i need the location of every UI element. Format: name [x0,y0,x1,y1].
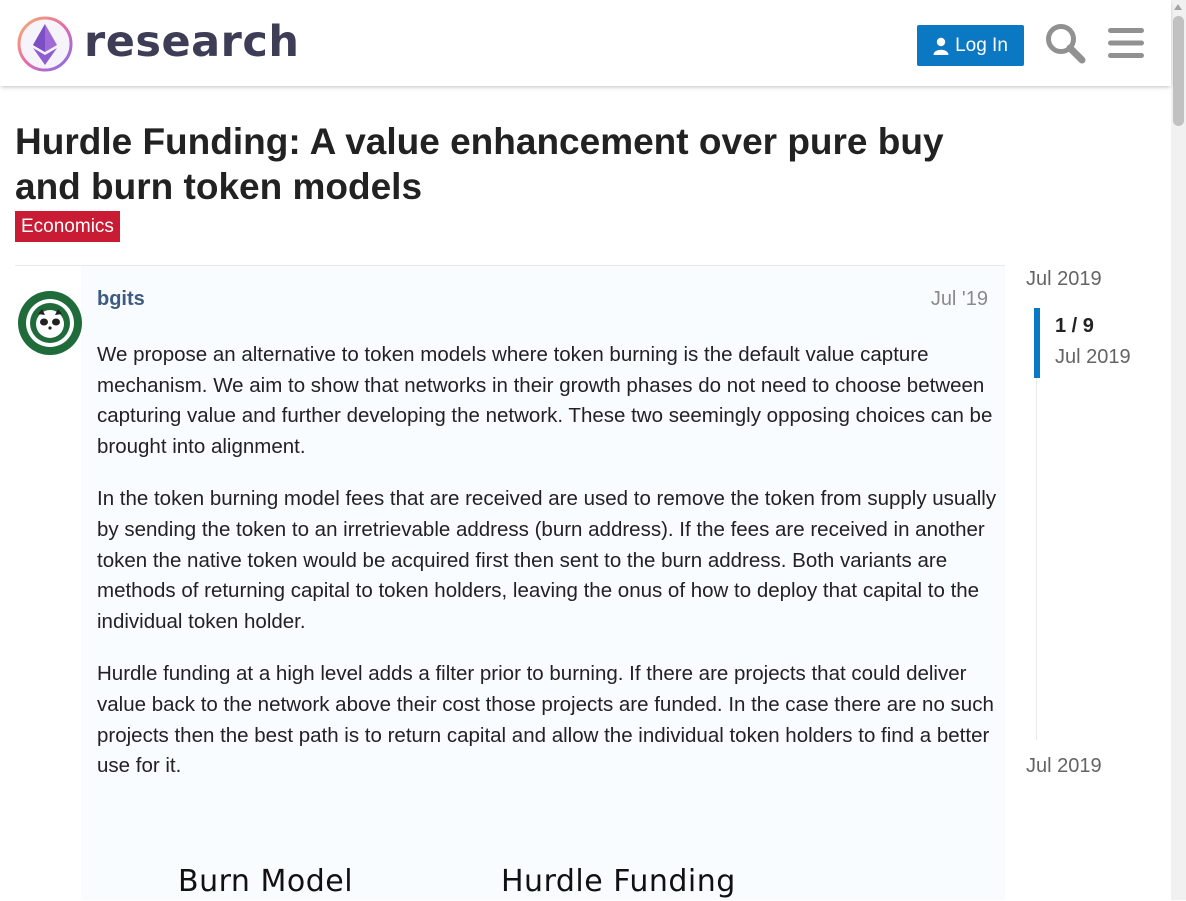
timeline-start-date[interactable]: Jul 2019 [1026,266,1102,292]
login-label: Log In [955,34,1008,56]
site-header: research Log In [0,0,1171,86]
user-avatar[interactable] [17,290,83,356]
topic-title[interactable]: Hurdle Funding: A value enhancement over… [15,119,1005,209]
timeline-end-date[interactable]: Jul 2019 [1026,753,1102,779]
user-icon [933,37,949,55]
site-logo-icon[interactable] [16,14,76,74]
search-icon[interactable] [1044,22,1086,64]
timeline-position: 1 / 9 [1055,315,1094,337]
timeline-handle[interactable] [1034,308,1040,378]
post-paragraph: Hurdle funding at a high level adds a fi… [97,662,994,778]
category-badge[interactable]: Economics [15,211,120,242]
scrollbar-thumb[interactable] [1173,16,1184,126]
post-paragraph: We propose an alternative to token model… [97,343,993,458]
login-button[interactable]: Log In [917,25,1024,66]
diagram-label-burn-model: Burn Model [178,864,354,899]
post-paragraph: In the token burning model fees that are… [97,487,997,633]
post-username[interactable]: bgits [97,286,145,312]
page-scrollbar[interactable] [1171,0,1186,900]
site-name[interactable]: research [84,14,299,70]
diagram-label-hurdle-funding: Hurdle Funding [501,864,736,899]
post-date[interactable]: Jul '19 [900,286,988,312]
post-content: We propose an alternative to token model… [97,340,997,804]
timeline-position-date: Jul 2019 [1055,346,1131,368]
scroll-up-arrow-icon[interactable] [1174,4,1182,10]
hamburger-menu-icon[interactable] [1108,26,1144,60]
